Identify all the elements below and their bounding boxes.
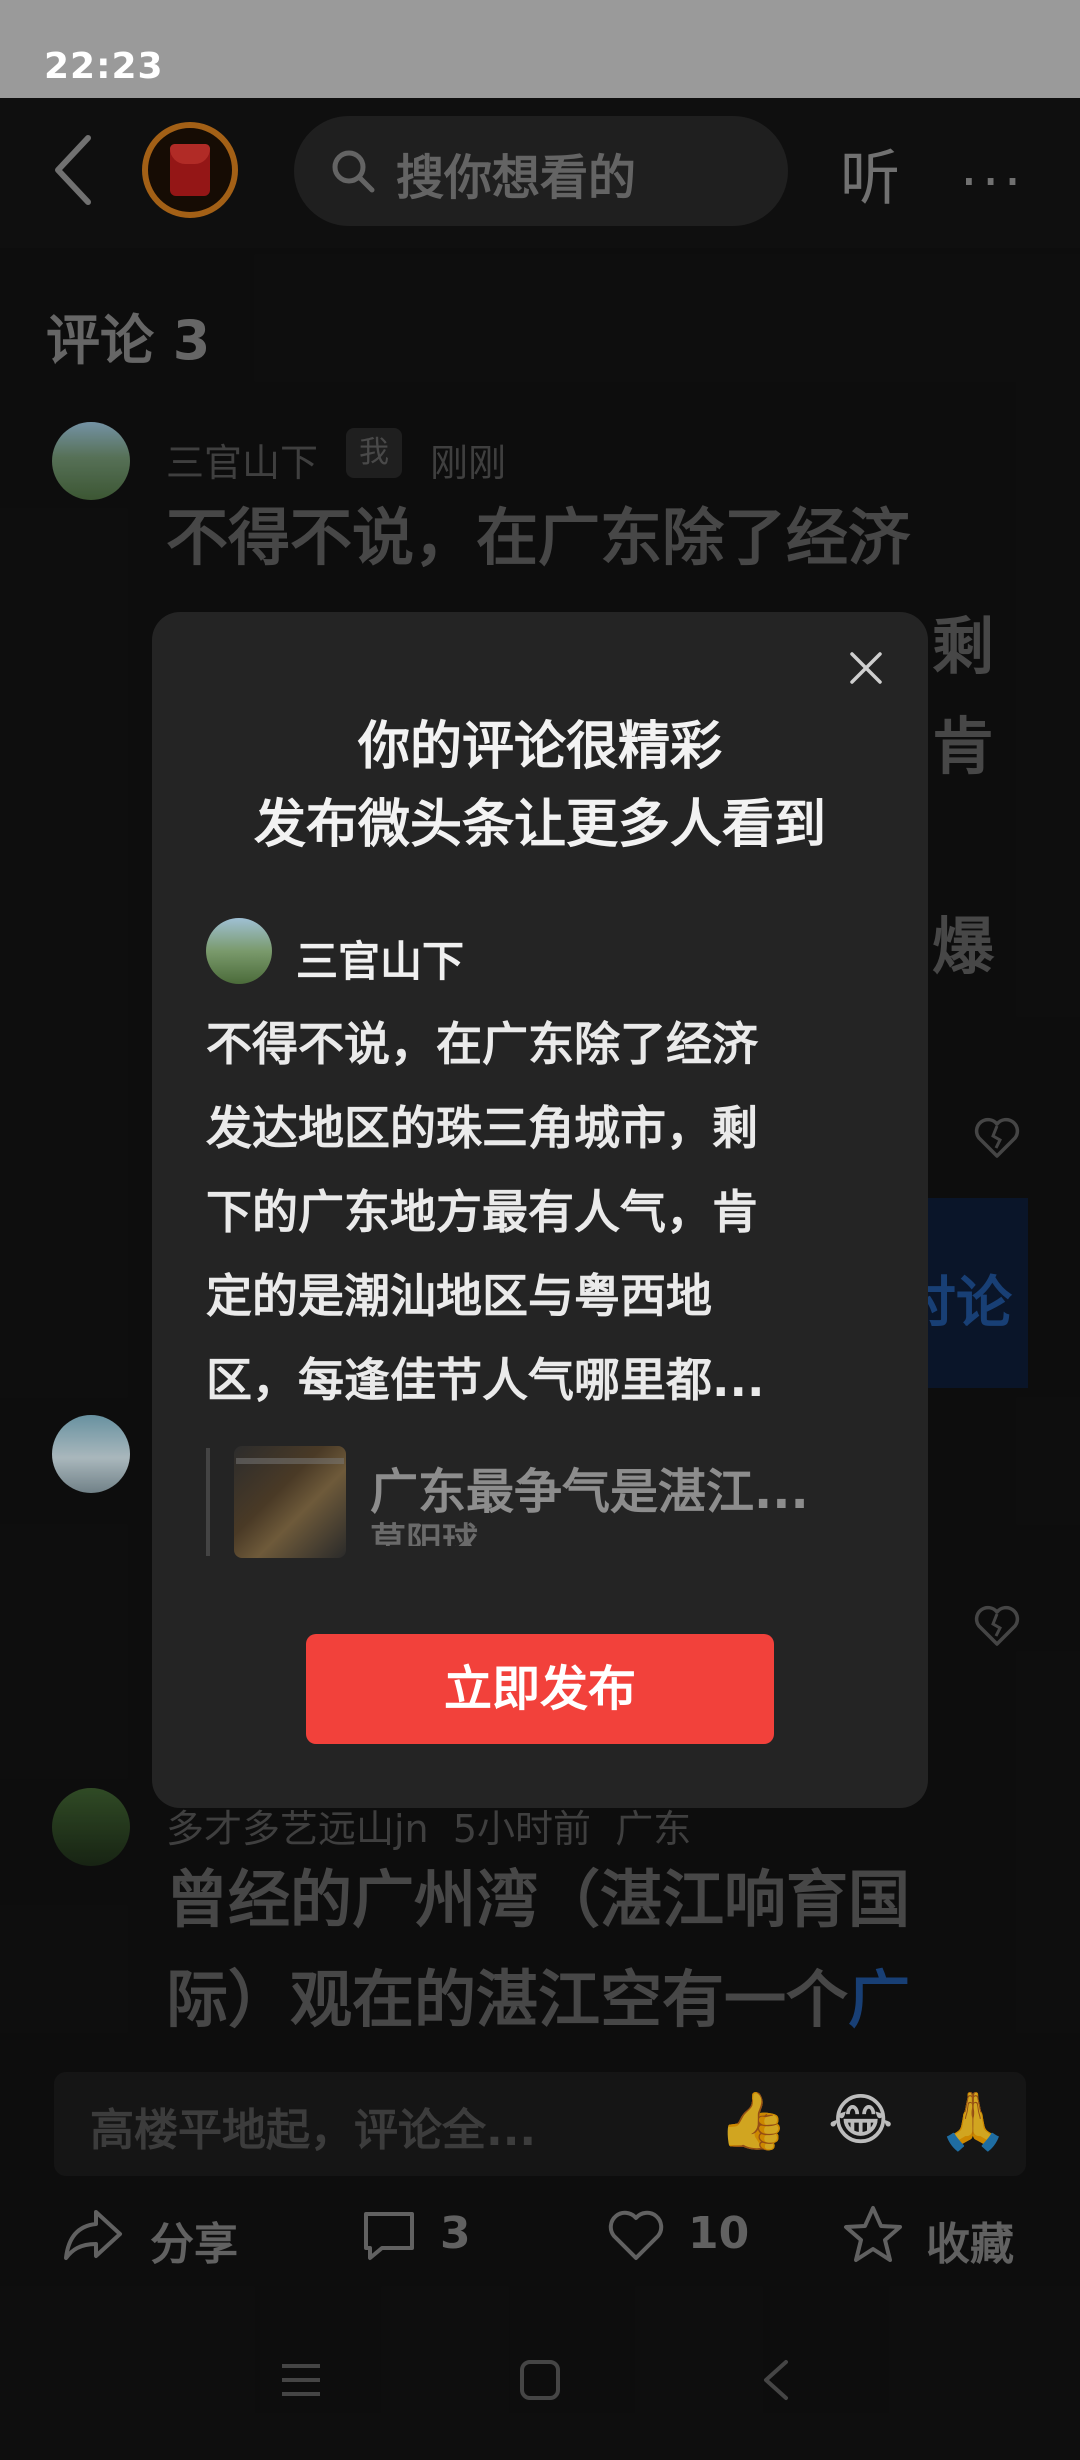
thumbnail-header [236, 1458, 344, 1464]
dialog-username: 三官山下 [296, 937, 465, 986]
avatar [206, 918, 272, 984]
dialog-comment-text: 不得不说，在广东除了经济 发达地区的珠三角城市，剩 下的广东地方最有人气，肯 定… [206, 1017, 765, 1407]
status-time: 22:23 [44, 46, 164, 87]
article-source: 草阳球 [370, 1521, 479, 1546]
publish-button[interactable]: 立即发布 [306, 1634, 774, 1744]
dialog-subtitle: 发布微头条让更多人看到 [253, 795, 826, 855]
dialog-title: 你的评论很精彩 [357, 717, 722, 777]
quote-divider [206, 1448, 210, 1556]
close-icon[interactable] [848, 650, 884, 686]
